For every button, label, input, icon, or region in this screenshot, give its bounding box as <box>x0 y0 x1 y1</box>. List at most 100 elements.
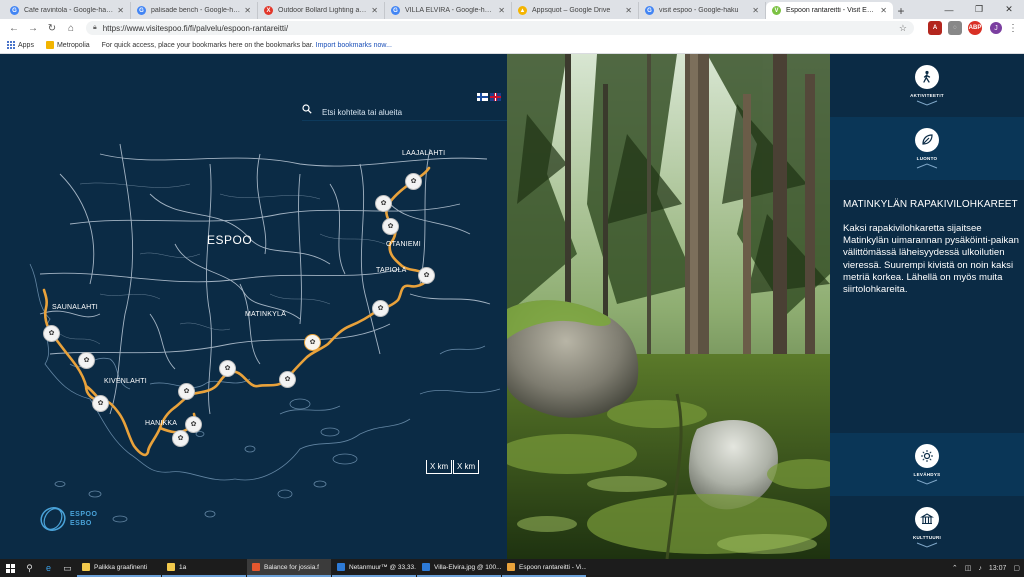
category-activities-label: AKTIVITEETIT <box>910 93 944 98</box>
import-bookmarks-link[interactable]: Import bookmarks now... <box>316 42 392 49</box>
browser-tab[interactable]: G Cafe ravintola - Google-haku ✕ <box>4 2 131 19</box>
poi-marker[interactable]: ✿ <box>219 360 236 377</box>
info-panel: AKTIVITEETIT LUONTO MATINKYLÄN RAPAKIVIL… <box>830 54 1024 559</box>
hiker-icon <box>915 65 939 89</box>
taskbar-app-button[interactable]: Villa-Elvira.jpg @ 100... <box>417 559 501 577</box>
close-window-icon[interactable]: ✕ <box>994 0 1024 19</box>
poi-marker[interactable]: ✿ <box>375 195 392 212</box>
tab-close-icon[interactable]: ✕ <box>625 6 632 15</box>
taskbar-app-button[interactable]: Palikka graafinenti <box>77 559 161 577</box>
app-icon <box>337 563 345 571</box>
browser-tab[interactable]: X Outdoor Bollard Lighting and sp ✕ <box>258 2 385 19</box>
edge-icon[interactable]: e <box>39 559 58 577</box>
bookmark-star-icon[interactable]: ☆ <box>899 23 907 34</box>
tab-close-icon[interactable]: ✕ <box>117 6 124 15</box>
place-label-otaniemi: OTANIEMI <box>386 241 421 248</box>
chevron-up-icon <box>916 163 938 169</box>
poi-marker[interactable]: ✿ <box>405 173 422 190</box>
tab-close-icon[interactable]: ✕ <box>880 6 887 15</box>
network-icon[interactable]: ◫ <box>965 564 972 572</box>
new-tab-button[interactable]: + <box>893 2 909 19</box>
task-view-icon[interactable]: ▭ <box>58 559 77 577</box>
pdf-extension-icon[interactable]: A <box>928 21 942 35</box>
poi-marker-selected[interactable]: ✿ <box>304 334 321 351</box>
poi-marker[interactable]: ✿ <box>43 325 60 342</box>
tab-close-icon[interactable]: ✕ <box>498 6 505 15</box>
browser-tab-active[interactable]: V Espoon rantareitti - Visit Espoo ✕ <box>766 2 893 19</box>
back-icon[interactable]: ← <box>6 20 22 36</box>
search-icon[interactable]: ⚲ <box>20 559 39 577</box>
browser-tab[interactable]: G VILLA ELVIRA - Google-haku ✕ <box>385 2 512 19</box>
nature-icon: ✿ <box>309 339 316 346</box>
poi-marker[interactable]: ✿ <box>418 267 435 284</box>
poi-marker[interactable]: ✿ <box>178 383 195 400</box>
map-search <box>302 104 507 121</box>
tab-title: visit espoo - Google-haku <box>659 7 739 14</box>
category-rest[interactable]: LEVÄHDYS <box>830 433 1024 496</box>
home-icon[interactable]: ⌂ <box>63 20 79 36</box>
logo-line-espoo: ESPOO <box>70 511 98 518</box>
route-map[interactable]: ESPOO LAAJALAHTI OTANIEMI TAPIOLA MATINK… <box>0 54 507 559</box>
poi-marker[interactable]: ✿ <box>279 371 296 388</box>
tab-favicon-icon: ▲ <box>518 6 527 15</box>
minimize-icon[interactable]: — <box>934 0 964 19</box>
maximize-icon[interactable]: ❐ <box>964 0 994 19</box>
poi-marker[interactable]: ✿ <box>92 395 109 412</box>
poi-marker[interactable]: ✿ <box>372 300 389 317</box>
taskbar-app-label: Espoon rantareitti - Vi... <box>519 563 586 571</box>
poi-title: MATINKYLÄN RAPAKIVILOHKAREET <box>843 199 1018 210</box>
poi-marker[interactable]: ✿ <box>382 218 399 235</box>
espoo-logo[interactable]: ESPOO ESBO <box>39 504 109 534</box>
poi-marker[interactable]: ✿ <box>78 352 95 369</box>
search-input[interactable] <box>322 107 502 117</box>
browser-tab[interactable]: ▲ Appsquot – Google Drive ✕ <box>512 2 639 19</box>
profile-avatar[interactable]: J <box>990 22 1002 34</box>
logo-wordmark: ESPOO ESBO <box>70 510 97 528</box>
extension-icon[interactable]: ◌ <box>948 21 962 35</box>
url-field[interactable]: 🔒︎ https://www.visitespoo.fi/fi/palvelu/… <box>86 21 914 35</box>
tab-favicon-icon: G <box>137 6 146 15</box>
category-nature-label: LUONTO <box>916 156 938 161</box>
tab-favicon-icon: G <box>10 6 19 15</box>
web-page: ESPOO LAAJALAHTI OTANIEMI TAPIOLA MATINK… <box>0 54 1024 559</box>
nature-icon: ✿ <box>284 376 291 383</box>
notifications-icon[interactable]: ▢ <box>1013 564 1020 572</box>
forward-icon[interactable]: → <box>25 20 41 36</box>
poi-marker[interactable]: ✿ <box>172 430 189 447</box>
tab-close-icon[interactable]: ✕ <box>244 6 251 15</box>
menu-icon[interactable]: ⋮ <box>1008 23 1018 34</box>
clock[interactable]: 13:07 <box>989 565 1007 572</box>
start-button[interactable] <box>0 559 20 577</box>
tab-close-icon[interactable]: ✕ <box>371 6 378 15</box>
english-flag-icon[interactable] <box>490 93 501 101</box>
finnish-flag-icon[interactable] <box>477 93 488 101</box>
category-culture[interactable]: KULTTUURI <box>830 496 1024 559</box>
bookmark-apps-label: Apps <box>18 41 34 49</box>
nature-icon: ✿ <box>97 400 104 407</box>
place-label-hanikka: HANIKKA <box>145 420 178 427</box>
tab-title: Outdoor Bollard Lighting and sp <box>278 7 368 14</box>
adblock-extension-icon[interactable]: ABP <box>968 21 982 35</box>
taskbar-app-button[interactable]: Espoon rantareitti - Vi... <box>502 559 586 577</box>
nature-icon: ✿ <box>48 330 55 337</box>
taskbar-app-button[interactable]: 1a <box>162 559 246 577</box>
scale-bar-right: X km <box>453 460 480 474</box>
taskbar-app-label: 1a <box>179 563 187 571</box>
taskbar-app-button[interactable]: Netanmuur™ @ 33,33... <box>332 559 416 577</box>
category-nature[interactable]: LUONTO <box>830 117 1024 180</box>
reload-icon[interactable]: ↻ <box>44 20 60 36</box>
bookmark-metropolia[interactable]: Metropolia <box>45 41 90 49</box>
browser-tab[interactable]: Gvisit espoo - Google-haku ✕ <box>639 2 766 19</box>
tray-arrow-icon[interactable]: ⌃ <box>952 564 958 572</box>
taskbar-app-button[interactable]: Balance for jossia.f <box>247 559 331 577</box>
nature-icon: ✿ <box>387 223 394 230</box>
bookmark-apps[interactable]: Apps <box>7 41 34 49</box>
poi-marker[interactable]: ✿ <box>185 416 202 433</box>
tab-title: VILLA ELVIRA - Google-haku <box>405 7 495 14</box>
volume-icon[interactable]: ♪ <box>978 565 982 572</box>
app-icon <box>422 563 430 571</box>
browser-tab[interactable]: Gpalisade bench - Google-haku ✕ <box>131 2 258 19</box>
category-activities[interactable]: AKTIVITEETIT <box>830 54 1024 117</box>
windows-logo-icon <box>5 563 15 573</box>
tab-close-icon[interactable]: ✕ <box>752 6 759 15</box>
